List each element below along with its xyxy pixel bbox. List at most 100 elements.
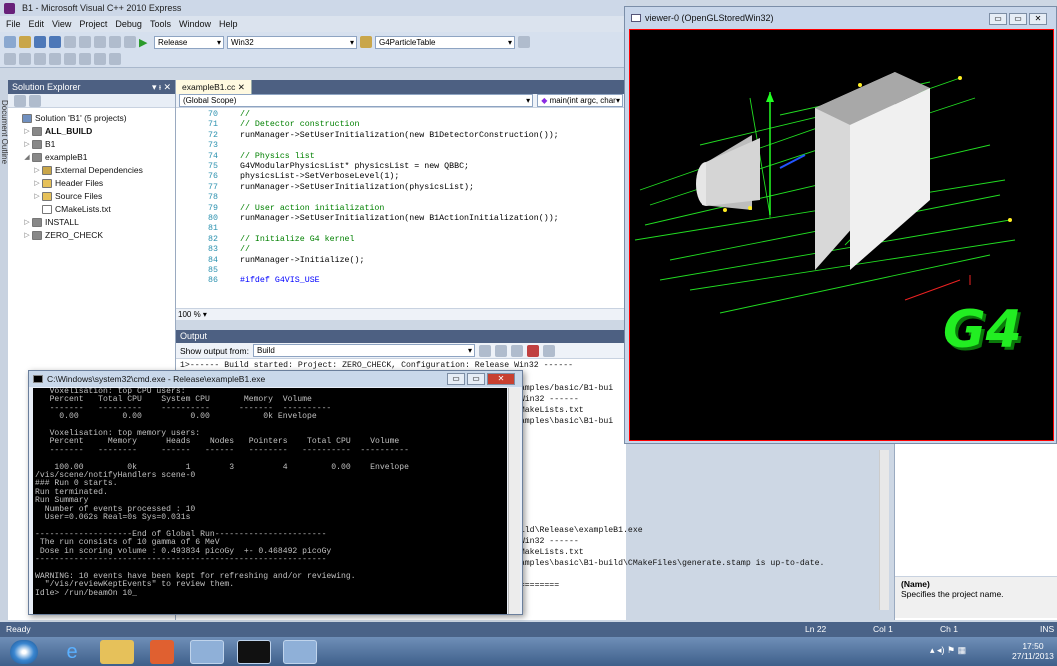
show-all-files-icon[interactable]	[29, 94, 41, 107]
find-in-files-icon[interactable]	[360, 36, 372, 48]
ie-icon[interactable]: e	[55, 640, 89, 664]
close-button[interactable]: ✕	[1029, 13, 1047, 25]
expand-arrow-icon[interactable]: ▷	[22, 216, 32, 229]
tab-exampleB1-cc[interactable]: exampleB1.cc ✕	[176, 80, 252, 94]
tree-item[interactable]: ▷ Header Files	[8, 177, 175, 190]
cmd-minimize-button[interactable]: ▭	[447, 373, 465, 385]
document-outline-tab[interactable]: Document Outline	[0, 80, 9, 620]
menu-item-tools[interactable]: Tools	[150, 19, 171, 29]
project-icon	[22, 114, 32, 123]
clock-time: 17:50	[1022, 641, 1044, 651]
minimize-button[interactable]: ▭	[989, 13, 1007, 25]
open-folder-icon[interactable]	[19, 36, 31, 48]
status-ch: Ch 1	[940, 624, 958, 634]
toolbar-button-icon[interactable]	[34, 53, 46, 65]
tree-item[interactable]: CMakeLists.txt	[8, 203, 175, 216]
output-button-icon[interactable]	[510, 344, 523, 357]
menu-item-help[interactable]: Help	[219, 19, 238, 29]
code-line: runManager->SetUserInitialization(new B1…	[240, 214, 559, 223]
toolbar-button-icon[interactable]	[19, 53, 31, 65]
tree-item[interactable]: Solution 'B1' (5 projects)	[8, 112, 175, 125]
visual-studio-task-icon[interactable]	[190, 640, 224, 664]
expand-arrow-icon[interactable]: ▷	[22, 125, 32, 138]
comment-icon[interactable]	[94, 53, 106, 65]
status-line: Ln 22	[805, 624, 827, 634]
redo-icon[interactable]	[124, 36, 136, 48]
output-button-icon[interactable]	[494, 344, 507, 357]
tree-item[interactable]: ▷ INSTALL	[8, 216, 175, 229]
member-dropdown[interactable]: ◆ main(int argc, char	[537, 94, 623, 107]
tree-item[interactable]: ▷ External Dependencies	[8, 164, 175, 177]
toolbar-button-icon[interactable]	[4, 53, 16, 65]
scope-dropdown[interactable]: (Global Scope)	[179, 94, 534, 107]
show-output-dropdown[interactable]: Build	[252, 344, 475, 357]
console-output[interactable]: Voxelisation: top CPU users: Percent Tot…	[33, 388, 507, 614]
properties-grid	[895, 444, 1057, 574]
code-line: // Physics list	[240, 151, 315, 161]
output-line: examples/basic/B1-bui	[510, 384, 614, 393]
opengl-canvas[interactable]: G4	[629, 29, 1054, 441]
zoom-level[interactable]: 100 % ▾	[176, 308, 626, 320]
tree-item[interactable]: ▷ Source Files	[8, 190, 175, 203]
clear-all-icon[interactable]	[526, 344, 539, 357]
menu-item-edit[interactable]: Edit	[29, 19, 45, 29]
start-debugging-icon[interactable]: ▶	[139, 36, 151, 49]
toolbar-button-icon[interactable]	[64, 53, 76, 65]
tree-item-label: INSTALL	[45, 217, 79, 227]
uncomment-icon[interactable]	[109, 53, 121, 65]
tree-item-label: B1	[45, 139, 56, 149]
code-area[interactable]: 70 // 71 // Detector construction 72 runManag…	[176, 110, 626, 310]
new-project-icon[interactable]	[4, 36, 16, 48]
cmd-task-icon[interactable]	[237, 640, 271, 664]
maximize-button[interactable]: ▭	[1009, 13, 1027, 25]
menu-item-window[interactable]: Window	[179, 19, 211, 29]
tray-icons[interactable]: ▴ ◂) ⚑ ▦	[930, 645, 966, 656]
solution-explorer-icon[interactable]	[518, 36, 530, 48]
find-dropdown[interactable]: G4ParticleTable	[375, 35, 515, 49]
solution-explorer-toolbar	[8, 94, 175, 108]
menu-item-debug[interactable]: Debug	[115, 19, 142, 29]
project-icon	[42, 192, 52, 201]
viewer-task-icon[interactable]	[283, 640, 317, 664]
code-line: runManager->Initialize();	[240, 255, 365, 265]
output-button-icon[interactable]	[478, 344, 491, 357]
menu-item-view[interactable]: View	[52, 19, 71, 29]
tree-item[interactable]: ▷ ZERO_CHECK	[8, 229, 175, 242]
save-icon[interactable]	[34, 36, 46, 48]
tree-item-label: CMakeLists.txt	[55, 204, 111, 214]
output-scrollbar[interactable]	[879, 450, 889, 610]
tree-item[interactable]: ▷ B1	[8, 138, 175, 151]
start-button[interactable]	[10, 640, 38, 664]
explorer-icon[interactable]	[100, 640, 134, 664]
toolbar-button-icon[interactable]	[49, 53, 61, 65]
platform-dropdown[interactable]: Win32	[227, 35, 357, 49]
expand-arrow-icon[interactable]: ▷	[32, 190, 42, 203]
toolbar-button-icon[interactable]	[79, 53, 91, 65]
paste-icon[interactable]	[94, 36, 106, 48]
expand-arrow-icon[interactable]: ▷	[22, 138, 32, 151]
menu-item-file[interactable]: File	[6, 19, 21, 29]
expand-arrow-icon[interactable]: ◢	[22, 151, 32, 164]
undo-icon[interactable]	[109, 36, 121, 48]
cmd-maximize-button[interactable]: ▭	[467, 373, 485, 385]
menu-item-project[interactable]: Project	[79, 19, 107, 29]
expand-arrow-icon[interactable]: ▷	[32, 177, 42, 190]
tree-item[interactable]: ◢ exampleB1	[8, 151, 175, 164]
properties-icon[interactable]	[14, 94, 26, 107]
cmd-scrollbar[interactable]	[508, 388, 520, 614]
cut-icon[interactable]	[64, 36, 76, 48]
pane-controls[interactable]: ▾ ᵻ ✕	[152, 80, 171, 94]
cmd-close-button[interactable]: ✕	[487, 373, 515, 385]
tree-item[interactable]: ▷ ALL_BUILD	[8, 125, 175, 138]
close-icon[interactable]: ✕	[238, 82, 245, 92]
configuration-dropdown[interactable]: Release	[154, 35, 224, 49]
line-number: 78	[208, 193, 218, 203]
office-icon[interactable]	[150, 640, 174, 664]
expand-arrow-icon[interactable]: ▷	[22, 229, 32, 242]
save-all-icon[interactable]	[49, 36, 61, 48]
code-line: //	[240, 110, 250, 119]
clock[interactable]: 17:50 27/11/2013	[1012, 641, 1054, 661]
expand-arrow-icon[interactable]: ▷	[32, 164, 42, 177]
copy-icon[interactable]	[79, 36, 91, 48]
word-wrap-icon[interactable]	[542, 344, 555, 357]
